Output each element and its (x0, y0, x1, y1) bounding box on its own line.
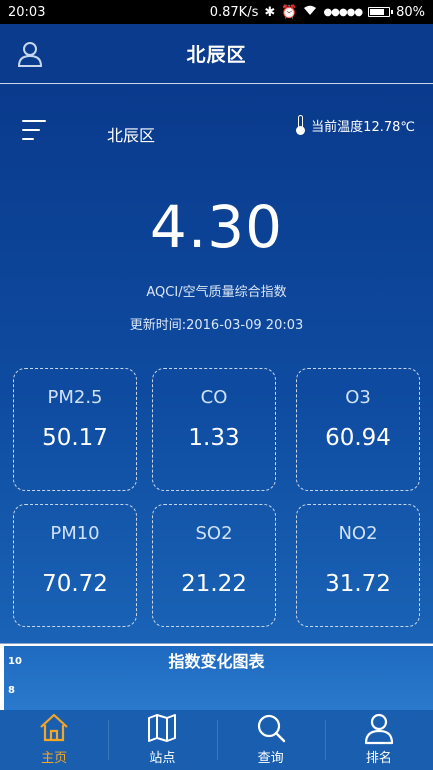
bluetooth-icon: ✱ (264, 4, 276, 20)
thermometer-icon (296, 115, 306, 135)
pollutant-card-co[interactable]: CO 1.33 (152, 368, 276, 491)
tab-home[interactable]: 主页 (0, 710, 108, 770)
aqi-value: 4.30 (149, 193, 284, 261)
page-title: 北辰区 (186, 44, 247, 66)
battery-icon (368, 7, 394, 17)
pollutant-card-pm25[interactable]: PM2.5 50.17 (13, 368, 137, 491)
pollutant-value: 1.33 (188, 425, 240, 451)
pollutant-card-o3[interactable]: O3 60.94 (296, 368, 420, 491)
y-tick-label: 8 (8, 685, 15, 696)
battery-percent: 80% (396, 4, 425, 20)
app-bar: 北辰区 (0, 24, 433, 84)
pollutant-value: 60.94 (325, 425, 391, 451)
pollutant-name: O3 (345, 387, 371, 408)
pollutant-value: 31.72 (325, 571, 391, 597)
update-time: 更新时间:2016-03-09 20:03 (129, 318, 304, 333)
pollutant-card-no2[interactable]: NO2 31.72 (296, 504, 420, 627)
wifi-icon (303, 5, 317, 20)
status-bar: 20:03 0.87K/s ✱ ⏰ ●●●●● 80% (0, 0, 433, 24)
pollutant-card-so2[interactable]: SO2 21.22 (152, 504, 276, 627)
pollutant-name: PM10 (50, 523, 100, 544)
pollutant-name: NO2 (338, 523, 378, 544)
pollutant-value: 21.22 (181, 571, 247, 597)
temperature-text: 当前温度12.78℃ (311, 119, 415, 135)
district-label: 北辰区 (107, 126, 156, 145)
user-profile-button[interactable] (16, 40, 44, 68)
tab-label: 排名 (365, 751, 392, 766)
pollutant-card-pm10[interactable]: PM10 70.72 (13, 504, 137, 627)
tab-label: 主页 (41, 751, 68, 766)
pollutant-value: 70.72 (42, 571, 108, 597)
tab-query[interactable]: 查询 (216, 710, 325, 770)
pollutant-name: SO2 (195, 523, 233, 544)
person-icon (364, 713, 393, 745)
tab-label: 站点 (149, 751, 176, 766)
map-icon (148, 714, 177, 742)
network-speed: 0.87K/s (209, 4, 259, 20)
signal-icon: ●●●●● (323, 6, 363, 18)
status-time: 20:03 (8, 4, 46, 20)
user-icon (17, 42, 43, 67)
aqi-label: AQCI/空气质量综合指数 (146, 285, 287, 300)
tab-ranking[interactable]: 排名 (324, 710, 433, 770)
tab-stations[interactable]: 站点 (108, 710, 216, 770)
pollutant-value: 50.17 (42, 425, 108, 451)
search-icon (257, 714, 285, 743)
main-panel: 北辰区 当前温度12.78℃ 4.30 AQCI/空气质量综合指数 更新时间:2… (0, 85, 433, 643)
bottom-tab-bar: 主页 站点 查询 排名 (0, 710, 433, 770)
chart-title: 指数变化图表 (168, 652, 265, 671)
home-icon (40, 713, 68, 742)
menu-button[interactable] (22, 120, 46, 144)
index-chart[interactable]: 10 8 指数变化图表 (0, 643, 433, 711)
alarm-icon: ⏰ (281, 4, 298, 20)
pollutant-name: PM2.5 (47, 387, 103, 408)
tab-label: 查询 (257, 751, 284, 766)
temperature-indicator: 当前温度12.78℃ (296, 115, 415, 135)
pollutant-name: CO (200, 387, 228, 408)
